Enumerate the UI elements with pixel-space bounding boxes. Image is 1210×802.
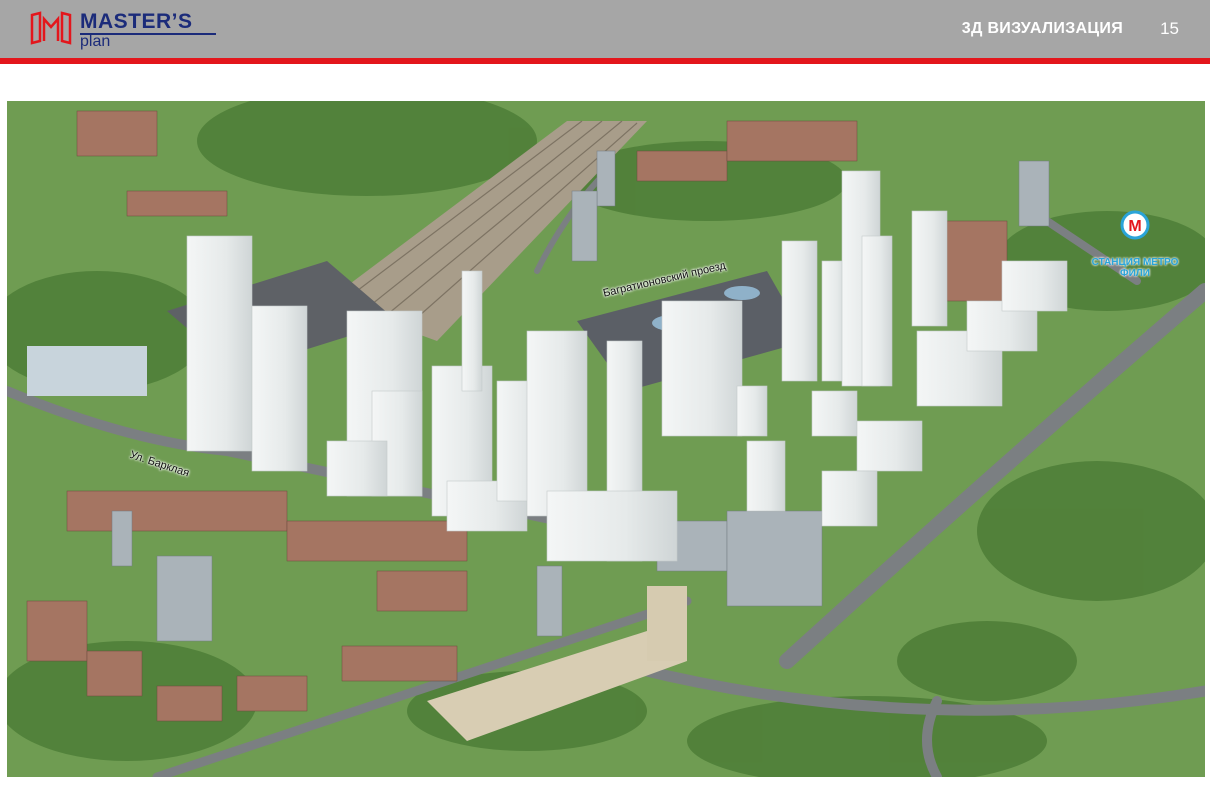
metro-icon: М: [1120, 210, 1150, 240]
logo-mark-icon: [30, 11, 72, 45]
aerial-render: М: [7, 101, 1205, 777]
sports-complex: [27, 346, 147, 396]
label-metro-station: СТАНЦИЯ МЕТРО ФИЛИ: [1091, 257, 1179, 279]
masters-plan-logo[interactable]: MASTER’S plan: [30, 10, 230, 50]
page-number: 15: [1160, 19, 1179, 38]
section-title: 3Д ВИЗУАЛИЗАЦИЯ: [961, 20, 1123, 37]
header-red-rule: [0, 58, 1210, 64]
header-bar: MASTER’S plan 3Д ВИЗУАЛИЗАЦИЯ 15: [0, 0, 1210, 58]
svg-text:М: М: [1128, 218, 1141, 235]
logo-text-masters: MASTER’S: [80, 10, 193, 33]
logo-text-plan: plan: [80, 33, 111, 50]
3d-visualization-image: М Ул. Барклая Багратионовский проезд СТА…: [7, 101, 1205, 777]
